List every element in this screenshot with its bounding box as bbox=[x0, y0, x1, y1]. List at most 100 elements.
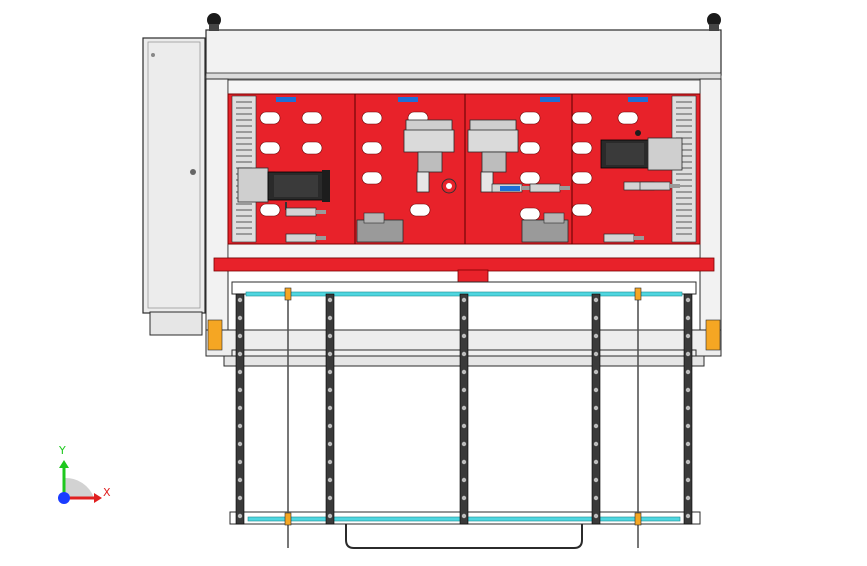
bar-bolt bbox=[327, 477, 333, 483]
bar-bolt bbox=[327, 423, 333, 429]
plate-hole bbox=[301, 111, 323, 125]
cylinder-rod bbox=[634, 236, 644, 240]
bar-bolt bbox=[685, 423, 691, 429]
bar-bolt bbox=[593, 387, 599, 393]
bar-bolt bbox=[327, 495, 333, 501]
bar-bolt bbox=[237, 405, 243, 411]
bar-bolt bbox=[685, 513, 691, 519]
bar-bolt bbox=[461, 297, 467, 303]
bar-bolt bbox=[685, 351, 691, 357]
bar-bolt bbox=[593, 369, 599, 375]
top-frame bbox=[205, 13, 722, 80]
bar-bolt bbox=[461, 441, 467, 447]
bar-bolt bbox=[461, 351, 467, 357]
plate-hole bbox=[259, 141, 281, 155]
bar-bolt bbox=[237, 333, 243, 339]
handle bbox=[345, 524, 583, 549]
bar-bolt bbox=[237, 459, 243, 465]
cylinder-rod bbox=[316, 210, 326, 214]
bar-bolt bbox=[237, 297, 243, 303]
bar-bolt bbox=[685, 405, 691, 411]
blue-label bbox=[540, 97, 560, 102]
bar-bolt bbox=[593, 297, 599, 303]
plate-hole bbox=[361, 141, 383, 155]
rail-pin bbox=[284, 287, 292, 301]
bar-bolt bbox=[237, 441, 243, 447]
bar-bolt bbox=[593, 477, 599, 483]
y-axis-label: Y bbox=[58, 444, 66, 457]
bar-bolt bbox=[461, 387, 467, 393]
bar-bolt bbox=[461, 495, 467, 501]
cad-viewport[interactable]: X Y bbox=[0, 0, 867, 562]
plate-hole bbox=[519, 171, 541, 185]
blue-label bbox=[398, 97, 418, 102]
plate-hole bbox=[301, 141, 323, 155]
blue-label bbox=[628, 97, 648, 102]
plate-hole bbox=[259, 203, 281, 217]
small-cylinder bbox=[285, 233, 317, 243]
plate-hole bbox=[519, 207, 541, 221]
bar-bolt bbox=[461, 423, 467, 429]
blue-label bbox=[500, 186, 520, 191]
bar-bolt bbox=[461, 459, 467, 465]
small-cylinder bbox=[529, 183, 561, 193]
plate-hole bbox=[519, 111, 541, 125]
bar-bolt bbox=[685, 477, 691, 483]
bar-bolt bbox=[685, 441, 691, 447]
bar-bolt bbox=[461, 405, 467, 411]
bar-bolt bbox=[237, 495, 243, 501]
bar-bolt bbox=[685, 369, 691, 375]
bar-bolt bbox=[327, 297, 333, 303]
bar-bolt bbox=[685, 495, 691, 501]
blue-label bbox=[276, 97, 296, 102]
cabinet-lock bbox=[190, 169, 196, 175]
lower-gripper-frame bbox=[207, 281, 721, 549]
bar-bolt bbox=[237, 369, 243, 375]
bar-bolt bbox=[327, 441, 333, 447]
x-axis-label: X bbox=[103, 486, 111, 499]
bar-bolt bbox=[685, 387, 691, 393]
plate-hole bbox=[409, 203, 431, 217]
bar-bolt bbox=[327, 405, 333, 411]
plate-hole bbox=[571, 171, 593, 185]
small-cylinder bbox=[603, 233, 635, 243]
small-cylinder bbox=[639, 181, 671, 191]
bar-bolt bbox=[593, 495, 599, 501]
z-axis-dot bbox=[58, 492, 70, 504]
bar-bolt bbox=[461, 369, 467, 375]
bar-bolt bbox=[593, 423, 599, 429]
cylinder-rod bbox=[316, 236, 326, 240]
bar-bolt bbox=[593, 459, 599, 465]
electrical-cabinet bbox=[142, 37, 206, 336]
bar-bolt bbox=[237, 387, 243, 393]
bar-bolt bbox=[327, 351, 333, 357]
plate-hole bbox=[259, 111, 281, 125]
cylinder-rod bbox=[560, 186, 570, 190]
plate-hole bbox=[519, 141, 541, 155]
rail-pin bbox=[284, 512, 292, 526]
bar-bolt bbox=[237, 477, 243, 483]
bar-bolt bbox=[461, 513, 467, 519]
y-axis-arrowhead bbox=[59, 460, 69, 468]
bar-bolt bbox=[327, 315, 333, 321]
coordinate-triad: X Y bbox=[58, 444, 111, 504]
bar-bolt bbox=[593, 333, 599, 339]
bar-bolt bbox=[461, 315, 467, 321]
rail-pin bbox=[634, 287, 642, 301]
plate-hole bbox=[617, 111, 639, 125]
plate-hole bbox=[571, 203, 593, 217]
bar-bolt bbox=[461, 333, 467, 339]
bar-bolt bbox=[593, 405, 599, 411]
bar-bolt bbox=[327, 333, 333, 339]
top-frame-beam bbox=[205, 29, 722, 76]
x-axis-arrowhead bbox=[94, 493, 102, 503]
bar-bolt bbox=[593, 441, 599, 447]
cad-model-drawing: X Y bbox=[58, 13, 722, 549]
plate-hole bbox=[361, 171, 383, 185]
plate-hole bbox=[571, 141, 593, 155]
bar-bolt bbox=[327, 369, 333, 375]
cylinder-rod bbox=[670, 184, 680, 188]
bar-bolt bbox=[685, 297, 691, 303]
bar-bolt bbox=[593, 513, 599, 519]
bar-bolt bbox=[327, 387, 333, 393]
